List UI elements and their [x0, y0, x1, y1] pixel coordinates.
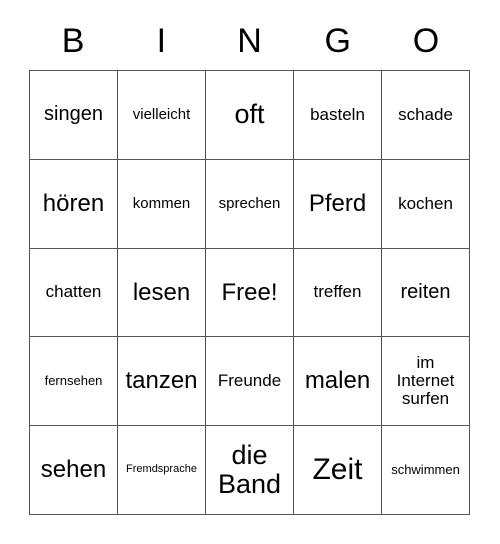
bingo-cell-label: oft	[234, 99, 265, 130]
bingo-cell-n4[interactable]: Freunde	[206, 337, 294, 427]
bingo-cell-label: basteln	[310, 104, 365, 124]
bingo-cell-b2[interactable]: hören	[30, 159, 118, 249]
bingo-header-row: B I N G O	[29, 18, 470, 64]
bingo-cell-g2[interactable]: Pferd	[294, 159, 382, 249]
bingo-cell-b4[interactable]: fernsehen	[30, 337, 118, 427]
bingo-row-2: hören kommen sprechen Pferd kochen	[30, 159, 470, 249]
bingo-free-space-label: Free!	[221, 278, 278, 306]
bingo-grid: singen vielleicht oft basteln schade hör…	[29, 70, 470, 515]
bingo-cell-label: fernsehen	[44, 373, 103, 389]
bingo-cell-label: reiten	[400, 280, 451, 303]
bingo-cell-label: kochen	[398, 193, 453, 213]
bingo-cell-label: treffen	[313, 282, 362, 302]
bingo-cell-o3[interactable]: reiten	[382, 248, 470, 338]
bingo-row-5: sehen Fremdsprache die Band Zeit schwimm…	[30, 426, 470, 515]
bingo-row-4: fernsehen tanzen Freunde malen im Intern…	[30, 337, 470, 427]
bingo-cell-g5[interactable]: Zeit	[294, 426, 382, 515]
bingo-cell-i5[interactable]: Fremdsprache	[118, 426, 206, 515]
bingo-header-letter-o: O	[412, 22, 440, 60]
bingo-cell-o4[interactable]: im Internet surfen	[382, 337, 470, 427]
bingo-cell-label: schwimmen	[391, 462, 460, 478]
bingo-cell-label: hören	[42, 189, 105, 217]
bingo-cell-label: kommen	[132, 194, 191, 212]
bingo-cell-label: chatten	[45, 282, 102, 302]
bingo-cell-label: die Band	[217, 439, 282, 500]
bingo-cell-label: sprechen	[218, 194, 281, 212]
bingo-card: B I N G O singen vielleicht oft basteln …	[0, 0, 500, 544]
bingo-cell-label: schade	[398, 104, 453, 124]
bingo-cell-b1[interactable]: singen	[30, 71, 118, 160]
bingo-cell-o2[interactable]: kochen	[382, 159, 470, 249]
bingo-cell-label: Fremdsprache	[126, 463, 197, 476]
bingo-cell-label: Zeit	[312, 452, 363, 486]
bingo-cell-b5[interactable]: sehen	[30, 426, 118, 515]
bingo-cell-label: singen	[44, 103, 103, 126]
bingo-cell-g1[interactable]: basteln	[294, 71, 382, 160]
bingo-header-letter-i: I	[156, 22, 167, 60]
bingo-cell-free-space[interactable]: Free!	[206, 248, 294, 338]
bingo-cell-label: lesen	[132, 278, 191, 306]
bingo-cell-g3[interactable]: treffen	[294, 248, 382, 338]
bingo-header-letter-g: G	[324, 22, 351, 60]
bingo-row-1: singen vielleicht oft basteln schade	[30, 71, 470, 160]
bingo-header-letter-b: B	[61, 22, 85, 60]
bingo-cell-n5[interactable]: die Band	[206, 426, 294, 515]
bingo-cell-label: Pferd	[308, 189, 367, 217]
bingo-cell-o5[interactable]: schwimmen	[382, 426, 470, 515]
bingo-cell-i1[interactable]: vielleicht	[118, 71, 206, 160]
bingo-header-letter-n: N	[237, 22, 262, 60]
bingo-cell-i4[interactable]: tanzen	[118, 337, 206, 427]
bingo-cell-b3[interactable]: chatten	[30, 248, 118, 338]
bingo-cell-n2[interactable]: sprechen	[206, 159, 294, 249]
bingo-cell-n1[interactable]: oft	[206, 71, 294, 160]
bingo-cell-g4[interactable]: malen	[294, 337, 382, 427]
bingo-cell-o1[interactable]: schade	[382, 71, 470, 160]
bingo-cell-label: Freunde	[217, 371, 282, 391]
bingo-row-3: chatten lesen Free! treffen reiten	[30, 248, 470, 338]
bingo-cell-label: vielleicht	[132, 105, 191, 123]
bingo-cell-label: sehen	[40, 456, 107, 484]
bingo-cell-i2[interactable]: kommen	[118, 159, 206, 249]
bingo-cell-i3[interactable]: lesen	[118, 248, 206, 338]
bingo-cell-label: tanzen	[125, 367, 198, 395]
bingo-cell-label: malen	[304, 367, 371, 395]
bingo-cell-label: im Internet surfen	[396, 352, 455, 409]
